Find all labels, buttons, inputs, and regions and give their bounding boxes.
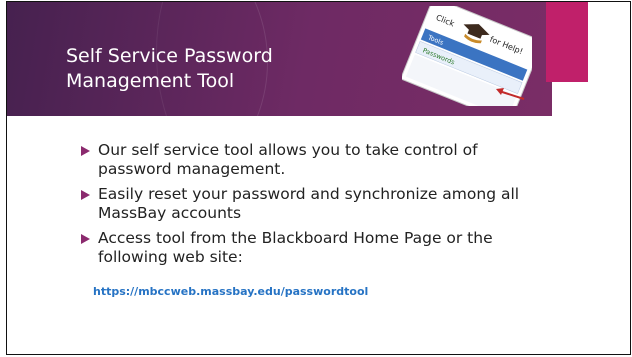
- password-tool-link[interactable]: https://mbccweb.massbay.edu/passwordtool: [93, 285, 368, 298]
- bullet-arrow-icon: [81, 146, 90, 156]
- bullet-item: Our self service tool allows you to take…: [80, 141, 520, 179]
- bullet-arrow-icon: [81, 234, 90, 244]
- bullet-text: Access tool from the Blackboard Home Pag…: [98, 229, 493, 266]
- bullet-item: Easily reset your password and synchroni…: [80, 185, 520, 223]
- bullet-text: Our self service tool allows you to take…: [98, 141, 478, 178]
- bullet-item: Access tool from the Blackboard Home Pag…: [80, 229, 520, 267]
- bullet-list: Our self service tool allows you to take…: [80, 141, 520, 273]
- accent-tab: [546, 1, 588, 82]
- slide: Self Service Password Management Tool Cl…: [0, 0, 632, 357]
- bullet-arrow-icon: [81, 190, 90, 200]
- slide-title: Self Service Password Management Tool: [66, 45, 273, 92]
- help-graphic: Click for Help! Tools Passwords: [402, 6, 532, 106]
- bullet-text: Easily reset your password and synchroni…: [98, 185, 520, 222]
